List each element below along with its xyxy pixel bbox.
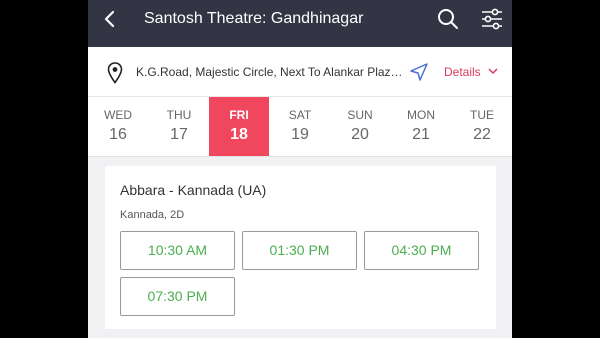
date-weekday: WED: [104, 108, 132, 122]
search-icon[interactable]: [436, 7, 460, 31]
navigation-arrow-icon[interactable]: [409, 62, 429, 82]
date-weekday: SUN: [347, 108, 373, 122]
date-weekday: MON: [407, 108, 435, 122]
showtime-button[interactable]: 10:30 AM: [120, 231, 235, 270]
date-day: 16: [109, 126, 127, 143]
date-item[interactable]: SAT 19: [270, 97, 330, 156]
date-day: 18: [230, 126, 248, 143]
date-item[interactable]: TUE 22: [452, 97, 512, 156]
date-day: 20: [351, 126, 369, 143]
showtime-button[interactable]: 04:30 PM: [364, 231, 479, 270]
date-weekday: FRI: [229, 108, 249, 122]
date-selector: WED 16 THU 17 FRI 18 SAT 19 SUN 20 MON 2…: [88, 97, 512, 157]
date-item-selected[interactable]: FRI 18: [209, 97, 269, 156]
date-day: 21: [412, 126, 430, 143]
page-title: Santosh Theatre: Gandhinagar: [144, 10, 364, 27]
date-weekday: TUE: [470, 108, 494, 122]
showtime-button[interactable]: 07:30 PM: [120, 277, 235, 316]
chevron-down-icon[interactable]: [488, 66, 498, 76]
date-weekday: SAT: [288, 108, 312, 122]
date-day: 17: [170, 126, 188, 143]
showtime-button[interactable]: 01:30 PM: [242, 231, 357, 270]
movie-showtimes-card: Abbara - Kannada (UA) Kannada, 2D 10:30 …: [105, 166, 496, 329]
movie-title: Abbara - Kannada (UA): [120, 182, 267, 198]
date-item[interactable]: THU 17: [149, 97, 209, 156]
app-screen: Santosh Theatre: Gandhinagar K.G.Road, M…: [88, 0, 512, 338]
date-day: 19: [291, 126, 309, 143]
top-bar: Santosh Theatre: Gandhinagar: [88, 0, 512, 47]
back-arrow-icon[interactable]: [100, 9, 120, 29]
filter-sliders-icon[interactable]: [480, 7, 504, 31]
theatre-address: K.G.Road, Majestic Circle, Next To Alank…: [136, 65, 408, 79]
date-day: 22: [473, 126, 491, 143]
theatre-location-bar: K.G.Road, Majestic Circle, Next To Alank…: [88, 47, 512, 97]
date-item[interactable]: MON 21: [391, 97, 451, 156]
date-item[interactable]: SUN 20: [330, 97, 390, 156]
movie-language-format: Kannada, 2D: [120, 209, 185, 221]
date-weekday: THU: [166, 108, 192, 122]
date-item[interactable]: WED 16: [88, 97, 148, 156]
details-link[interactable]: Details: [444, 65, 481, 79]
location-pin-icon: [107, 62, 123, 84]
